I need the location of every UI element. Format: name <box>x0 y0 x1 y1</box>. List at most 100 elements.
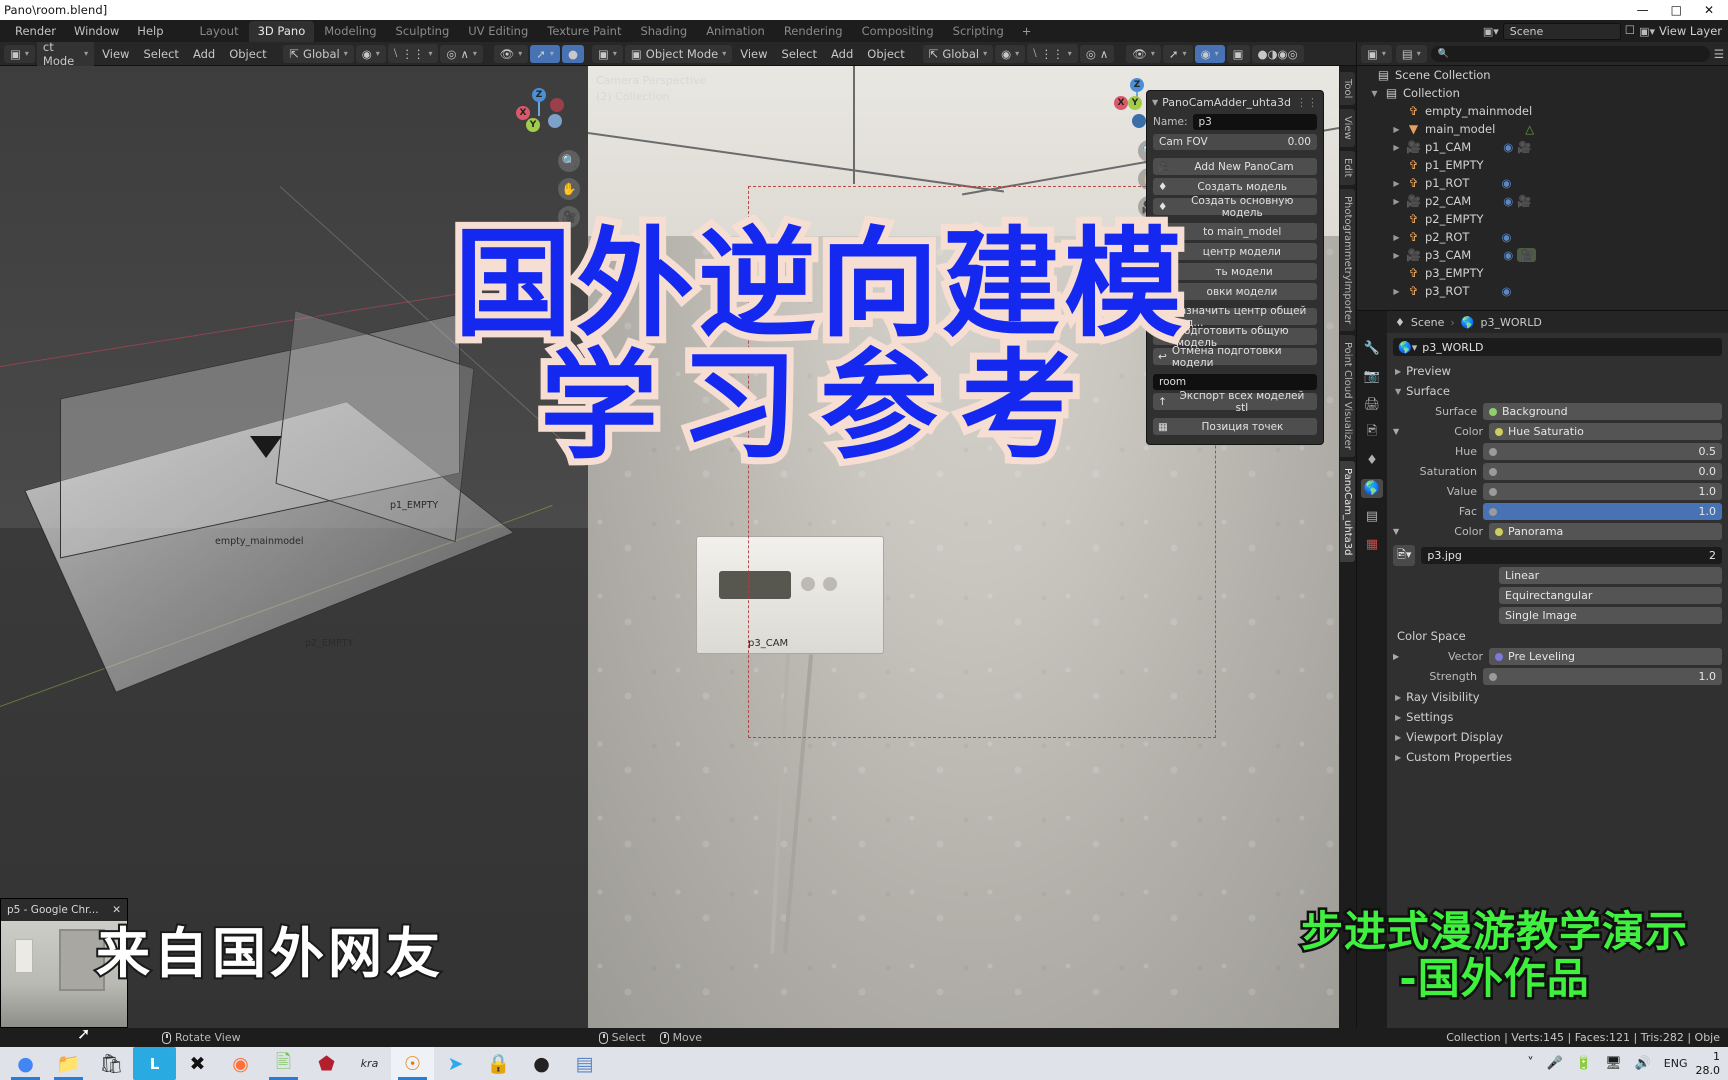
outliner-scene-collection[interactable]: ▤ Scene Collection <box>1357 66 1728 84</box>
menu-render[interactable]: Render <box>6 22 65 40</box>
outliner-tree[interactable]: ▤ Scene Collection ▼ ▤ Collection ✞ empt… <box>1357 66 1728 300</box>
collection-disclosure-icon[interactable]: ▼ <box>1369 89 1380 98</box>
image-name-field[interactable]: p3.jpg 2 <box>1421 547 1722 564</box>
model-center-button[interactable]: ⊕ центр модели <box>1153 243 1317 260</box>
view-layer-browse-icon[interactable]: ▣▾ <box>1639 26 1655 37</box>
chevron-right-icon[interactable]: ▶ <box>1395 733 1401 742</box>
taskbar-clock[interactable]: 1 28.0 <box>1696 1050 1728 1078</box>
prop-row-projection[interactable]: Equirectangular <box>1393 586 1722 605</box>
disclosure-icon[interactable]: ▶ <box>1391 179 1402 188</box>
world-name-value[interactable]: p3_WORLD <box>1422 341 1483 354</box>
panocam-name-input[interactable]: p3 <box>1192 114 1317 130</box>
tab-uv-editing[interactable]: UV Editing <box>459 21 537 42</box>
outliner-item-p2-cam[interactable]: ▶ 🎥 p2_CAM ◉ 🎥 <box>1357 192 1728 210</box>
taskbar-xbox-icon[interactable]: ✖ <box>176 1047 219 1080</box>
tab-shading[interactable]: Shading <box>631 21 696 42</box>
disclosure-icon[interactable]: ▶ <box>1391 233 1402 242</box>
prop-row-saturation[interactable]: Saturation 0.0 <box>1393 462 1722 481</box>
vp2-object-mode-selector[interactable]: ▣ Object Mode ▾ <box>624 44 733 63</box>
outliner-item-p1-empty[interactable]: ✞ p1_EMPTY <box>1357 156 1728 174</box>
gizmo-x-axis[interactable]: X <box>516 106 530 120</box>
prop-row-hue[interactable]: Hue 0.5 <box>1393 442 1722 461</box>
prop-value-color2[interactable]: Panorama <box>1489 523 1722 540</box>
camera-badge-icon-selected[interactable]: 🎥 <box>1517 248 1536 262</box>
taskbar-notepad-icon[interactable]: 🖹 <box>262 1047 305 1080</box>
outliner-editor-type-icon[interactable]: ▣ ▾ <box>1361 44 1392 63</box>
source-dropdown[interactable]: Single Image <box>1499 607 1722 624</box>
points-position-button[interactable]: ▦ Позиция точек <box>1153 418 1317 435</box>
prepare-model-button[interactable]: 🔧 ть модели <box>1153 263 1317 280</box>
prop-row-color2[interactable]: ▼ Color Panorama <box>1393 522 1722 541</box>
section-surface[interactable]: ▼ Surface <box>1387 381 1728 401</box>
taskbar-word-icon[interactable]: ▤ <box>563 1047 606 1080</box>
outliner-item-p2-empty[interactable]: ✞ p2_EMPTY <box>1357 210 1728 228</box>
section-ray-visibility[interactable]: ▶ Ray Visibility <box>1387 687 1728 707</box>
panocam-fov-field[interactable]: Cam FOV 0.00 <box>1153 134 1317 150</box>
output-properties-icon[interactable]: 🖨 <box>1361 395 1383 414</box>
anim-badge-icon[interactable]: ◉ <box>1501 284 1511 298</box>
taskbar-hwp-icon[interactable]: ⬟ <box>305 1047 348 1080</box>
vp1-zoom-icon[interactable]: 🔍 <box>558 150 580 172</box>
tab-3d-pano[interactable]: 3D Pano <box>248 20 315 42</box>
panocam-fov-row[interactable]: Cam FOV 0.00 <box>1147 133 1323 151</box>
export-name-row[interactable]: room <box>1147 373 1323 391</box>
outliner-item-main-model[interactable]: ▶ ▼ main_model △ <box>1357 120 1728 138</box>
minimize-button[interactable]: — <box>1637 3 1649 17</box>
gizmo-axis-negx[interactable] <box>550 98 564 112</box>
network-icon[interactable]: 🖥 <box>1605 1056 1622 1071</box>
vp1-menu-add[interactable]: Add <box>187 45 221 63</box>
export-all-stl-button[interactable]: ↑ Экспорт всех моделей stl <box>1153 390 1317 414</box>
panocam-name-row[interactable]: Name: p3 <box>1147 113 1323 131</box>
create-main-model-button[interactable]: ♦ Создать основную модель <box>1153 195 1317 219</box>
menu-window[interactable]: Window <box>65 22 128 40</box>
prop-value-fac[interactable]: 1.0 <box>1483 503 1722 520</box>
export-name-input[interactable]: room <box>1153 374 1317 390</box>
chevron-down-icon[interactable]: ▼ <box>1393 427 1405 436</box>
vp2-menu-add[interactable]: Add <box>825 45 859 63</box>
chevron-up-icon[interactable]: ˅ <box>1527 1056 1534 1071</box>
scene-browse-icon[interactable]: ▣▾ <box>1483 26 1499 37</box>
vp2-visibility-toggle[interactable]: 👁 ▾ <box>1126 44 1161 63</box>
taskbar-firefox-icon[interactable]: ◉ <box>219 1047 262 1080</box>
prop-value-vector[interactable]: Pre Leveling <box>1489 648 1722 665</box>
world-browse-icon[interactable]: 🌎▾ <box>1398 341 1417 354</box>
chevron-right-icon[interactable]: ▶ <box>1395 713 1401 722</box>
properties-content[interactable]: ♦ Scene › 🌎 p3_WORLD 🌎▾ p3_WORLD ▶ Previ… <box>1387 311 1728 1028</box>
render-properties-icon[interactable]: 📷 <box>1361 367 1383 386</box>
tab-layout[interactable]: Layout <box>191 21 248 42</box>
outliner-display-mode[interactable]: ▤ ▾ <box>1395 44 1427 63</box>
tab-sculpting[interactable]: Sculpting <box>387 21 459 42</box>
panocam-adder-panel[interactable]: ▼ PanoCamAdder_uhta3d ⋮⋮ Name: p3 Cam FO… <box>1146 90 1324 445</box>
disclosure-icon[interactable]: ▶ <box>1391 143 1402 152</box>
camera-badge-icon[interactable]: 🎥 <box>1517 194 1531 208</box>
tab-compositing[interactable]: Compositing <box>853 21 943 42</box>
anim-badge-icon[interactable]: ◉ <box>1501 230 1511 244</box>
disclosure-icon[interactable]: ▶ <box>1391 125 1402 134</box>
outliner-item-p3-rot[interactable]: ▶ ✞ p3_ROT ◉ <box>1357 282 1728 300</box>
microphone-icon[interactable]: 🎤 <box>1547 1056 1563 1071</box>
scene-properties-icon[interactable]: ♦ <box>1361 451 1383 470</box>
collection-properties-icon[interactable]: ▤ <box>1361 507 1383 526</box>
vtab-panocam-uhta3d[interactable]: PanoCam_uhta3d <box>1340 460 1355 563</box>
disclosure-icon[interactable]: ▶ <box>1391 197 1402 206</box>
disclosure-icon[interactable]: ▶ <box>1391 287 1402 296</box>
new-scene-icon[interactable]: ☐ <box>1625 25 1635 37</box>
vp2-editor-type-icon[interactable]: ▣ ▾ <box>592 44 623 63</box>
prop-row-color[interactable]: ▼ Color Hue Saturatio <box>1393 422 1722 441</box>
prop-row-image[interactable]: 🖻▾ p3.jpg 2 <box>1393 545 1722 566</box>
vp2-menu-select[interactable]: Select <box>776 45 823 63</box>
chevron-right-icon[interactable]: ▶ <box>1395 753 1401 762</box>
create-model-button[interactable]: ♦ Создать модель <box>1153 178 1317 195</box>
volume-icon[interactable]: 🔊 <box>1635 1056 1651 1071</box>
vtab-point-cloud-visualizer[interactable]: Point Cloud Visualizer <box>1340 334 1355 457</box>
texture-properties-icon[interactable]: ▦ <box>1361 535 1383 554</box>
panel-collapse-icon[interactable]: ▼ <box>1152 98 1158 107</box>
anim-badge-icon[interactable]: ◉ <box>1501 176 1511 190</box>
prop-row-fac[interactable]: Fac 1.0 <box>1393 502 1722 521</box>
vp2-menu-view[interactable]: View <box>734 45 773 63</box>
taskbar-microsoft-store-icon[interactable]: 🛍 <box>90 1047 133 1080</box>
vp1-snap-magnet[interactable]: ⧵ ⋮⋮ ▾ <box>387 44 439 63</box>
section-preview[interactable]: ▶ Preview <box>1387 361 1728 381</box>
outliner-item-p2-rot[interactable]: ▶ ✞ p2_ROT ◉ <box>1357 228 1728 246</box>
vp1-menu-view[interactable]: View <box>96 45 135 63</box>
